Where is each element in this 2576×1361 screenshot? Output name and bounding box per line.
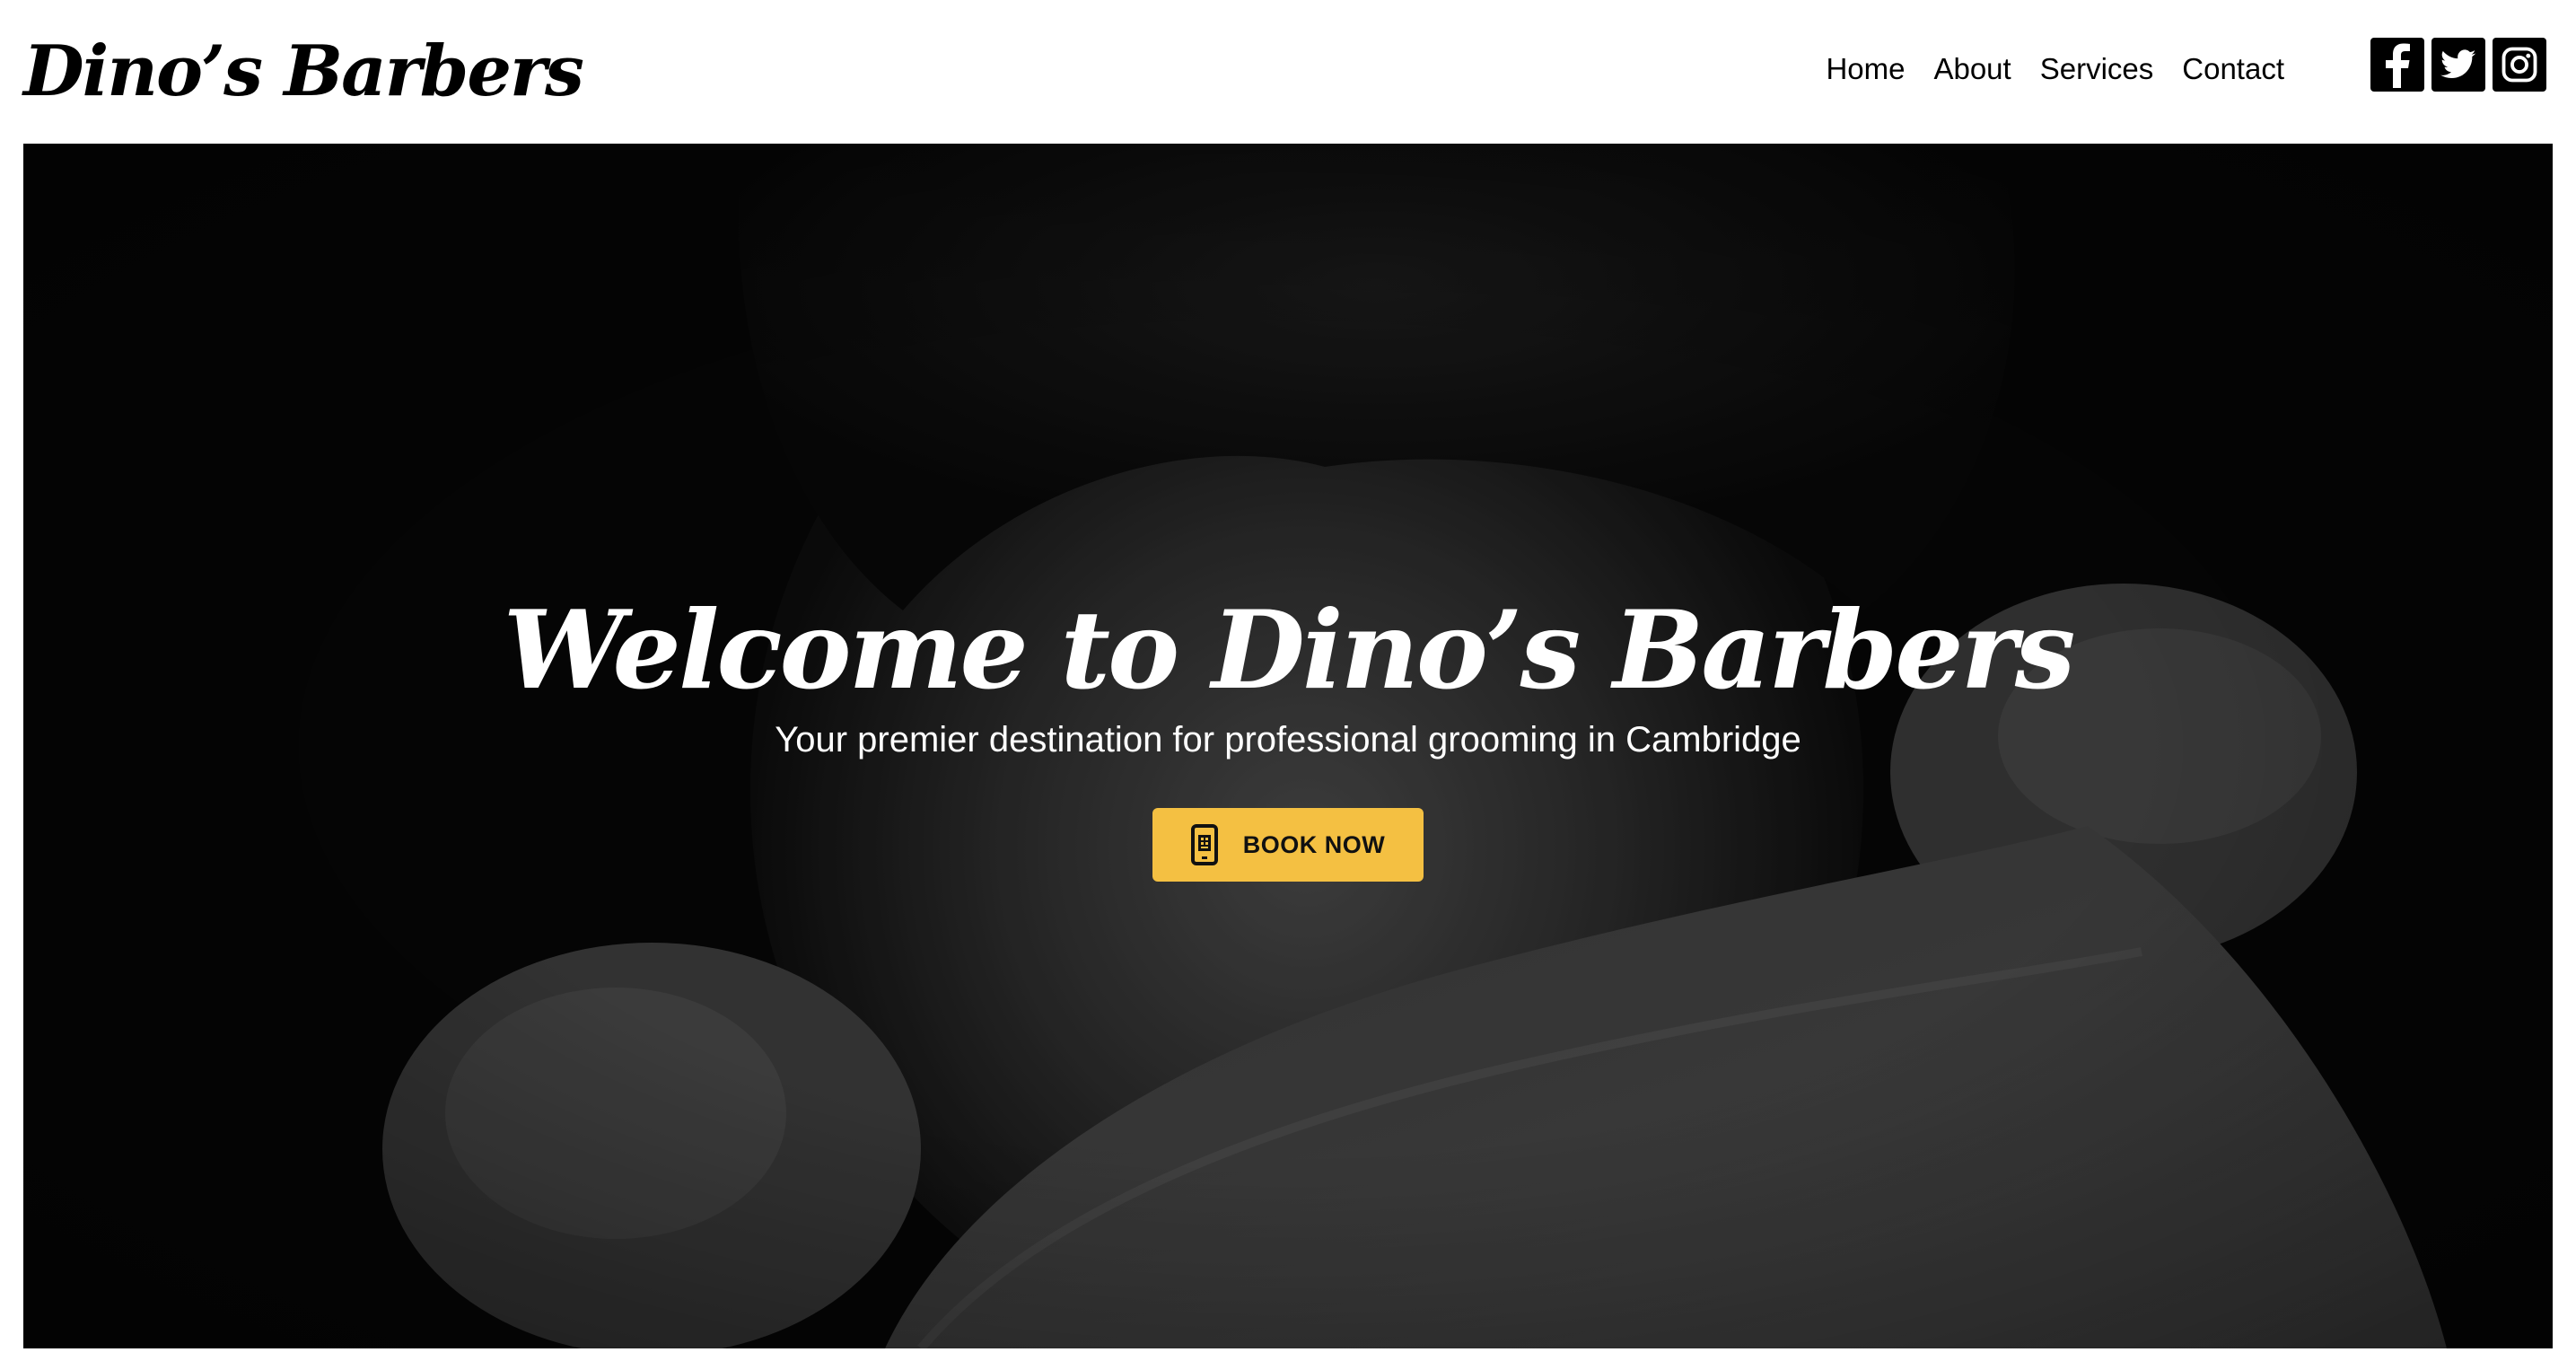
nav-link-services[interactable]: Services: [2040, 52, 2154, 86]
nav-link-contact[interactable]: Contact: [2182, 52, 2284, 86]
facebook-icon: [2386, 43, 2410, 88]
hero-title: Welcome to Dino’s Barbers: [503, 587, 2076, 714]
hero-section: Welcome to Dino’s Barbers Your premier d…: [23, 144, 2553, 1348]
book-now-button[interactable]: BOOK NOW: [1152, 808, 1424, 882]
twitter-icon: [2440, 49, 2476, 78]
main-nav: Home About Services Contact: [1826, 47, 2284, 92]
book-now-label: BOOK NOW: [1242, 830, 1386, 858]
twitter-link[interactable]: [2431, 38, 2485, 92]
site-header: Dino’s Barbers Home About Services Conta…: [0, 0, 2576, 142]
nav-link-about[interactable]: About: [1933, 52, 2011, 86]
site-logo[interactable]: Dino’s Barbers: [23, 27, 584, 117]
hero-subtitle: Your premier destination for professiona…: [775, 720, 1801, 760]
instagram-icon: [2502, 47, 2537, 83]
phone-icon: [1190, 824, 1218, 865]
nav-link-home[interactable]: Home: [1826, 52, 1905, 86]
social-links: [2370, 38, 2546, 92]
page-bottom-edge: [0, 1348, 2576, 1361]
facebook-link[interactable]: [2370, 38, 2424, 92]
instagram-link[interactable]: [2493, 38, 2546, 92]
